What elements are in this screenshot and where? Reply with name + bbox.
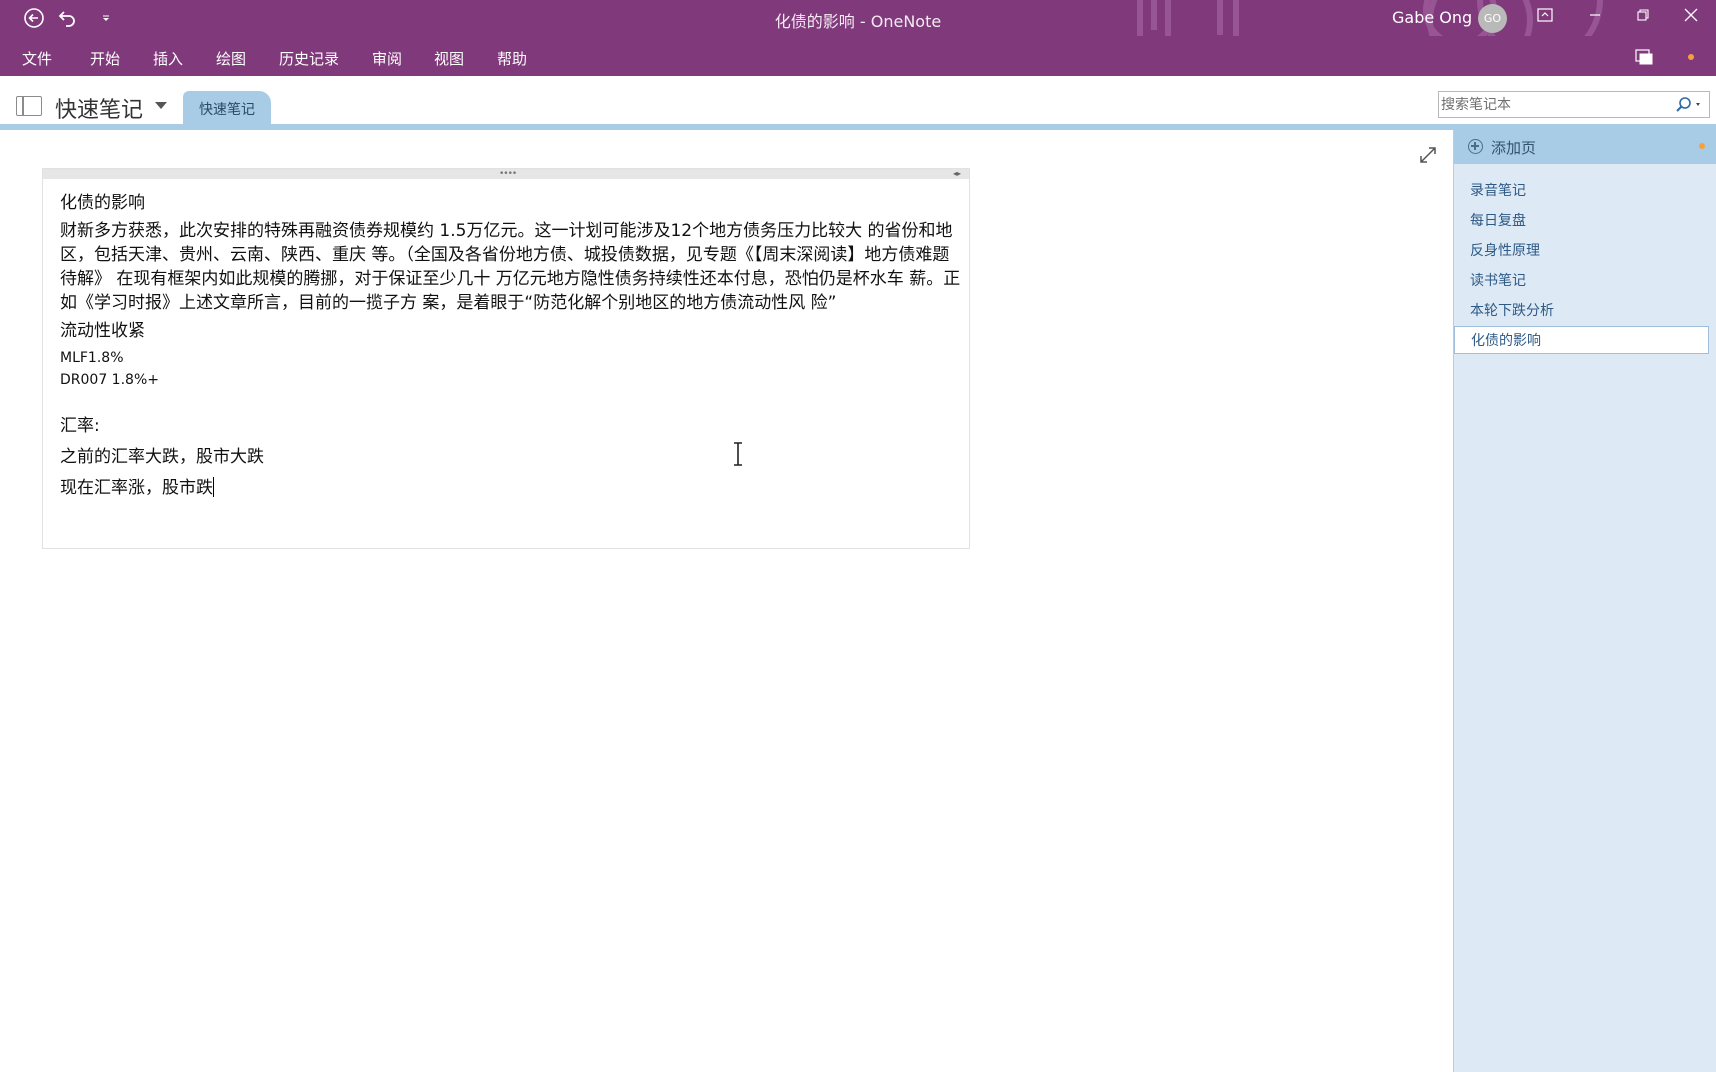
status-dot	[1699, 143, 1705, 149]
restore-icon	[1637, 9, 1649, 21]
tab-help[interactable]: 帮助	[497, 48, 527, 69]
avatar[interactable]: GO	[1478, 4, 1507, 33]
tab-insert[interactable]: 插入	[153, 48, 183, 69]
page-item[interactable]: 每日复盘	[1454, 206, 1709, 234]
undo-icon	[58, 11, 75, 27]
qat-dropdown-icon	[103, 15, 109, 21]
note-spacer	[60, 391, 962, 411]
ribbon-display-icon	[1537, 8, 1553, 22]
note-line-before[interactable]: 之前的汇率大跌，股市大跌	[60, 442, 962, 473]
tab-review[interactable]: 审阅	[372, 48, 402, 69]
close-icon	[1684, 8, 1698, 22]
pages-pane: 添加页 录音笔记 每日复盘 反身性原理 读书笔记 本轮下跌分析 化债的影响	[1453, 130, 1716, 1072]
search-box[interactable]	[1438, 91, 1710, 118]
ibeam-cursor-icon	[734, 442, 742, 466]
ribbon-display-button[interactable]	[1522, 0, 1568, 30]
page-item[interactable]: 本轮下跌分析	[1454, 296, 1709, 324]
minimize-icon	[1590, 14, 1600, 16]
note-body[interactable]: 化债的影响 财新多方获悉，此次安排的特殊再融资债券规模约 1.5万亿元。这一计划…	[60, 191, 962, 504]
user-name[interactable]: Gabe Ong	[1392, 8, 1472, 27]
text-caret	[213, 477, 214, 497]
share-icon	[1635, 49, 1653, 65]
search-input[interactable]	[1441, 94, 1665, 115]
note-paragraph[interactable]: 财新多方获悉，此次安排的特殊再融资债券规模约 1.5万亿元。这一计划可能涉及12…	[60, 219, 962, 315]
note-drag-handle[interactable]: •••• ◂▸	[43, 169, 969, 179]
notification-dot	[1688, 54, 1694, 60]
notebook-name[interactable]: 快速笔记	[55, 92, 143, 124]
back-button[interactable]	[20, 4, 48, 32]
tab-home[interactable]: 开始	[90, 48, 120, 69]
tab-file[interactable]: 文件	[22, 48, 52, 69]
note-container[interactable]: •••• ◂▸ 化债的影响 财新多方获悉，此次安排的特殊再融资债券规模约 1.5…	[42, 168, 970, 549]
note-line-now[interactable]: 现在汇率涨，股市跌	[60, 478, 213, 498]
note-line-mlf[interactable]: MLF1.8%	[60, 347, 962, 369]
page-item[interactable]: 读书笔记	[1454, 266, 1709, 294]
tab-draw[interactable]: 绘图	[216, 48, 246, 69]
chevron-down-icon[interactable]	[155, 102, 167, 109]
back-icon	[24, 8, 44, 28]
undo-button[interactable]	[54, 4, 82, 32]
add-page-icon	[1468, 139, 1483, 154]
note-line-dr007[interactable]: DR007 1.8%+	[60, 369, 962, 391]
minimize-button[interactable]	[1572, 0, 1618, 30]
note-line-now-wrap[interactable]: 现在汇率涨，股市跌	[60, 473, 962, 504]
expand-icon[interactable]	[1418, 145, 1438, 165]
page-item[interactable]: 反身性原理	[1454, 236, 1709, 264]
add-page-button[interactable]: 添加页	[1454, 130, 1716, 164]
tab-view[interactable]: 视图	[434, 48, 464, 69]
notebook-icon[interactable]	[16, 96, 42, 116]
page-item-selected[interactable]: 化债的影响	[1454, 326, 1709, 354]
drag-dots-icon: ••••	[499, 169, 517, 179]
add-page-label: 添加页	[1491, 139, 1537, 157]
title-bar: 化债的影响 - OneNote Gabe Ong GO	[0, 0, 1716, 70]
close-button[interactable]	[1668, 0, 1714, 30]
tab-history[interactable]: 历史记录	[279, 48, 339, 69]
note-heading-liquidity[interactable]: 流动性收紧	[60, 319, 962, 343]
search-icon	[1676, 97, 1700, 112]
section-tab[interactable]: 快速笔记	[183, 91, 271, 126]
note-title[interactable]: 化债的影响	[60, 191, 962, 215]
share-button[interactable]	[1634, 48, 1654, 66]
ribbon: 文件 开始 插入 绘图 历史记录 审阅 视图 帮助	[0, 36, 1716, 76]
note-heading-fx[interactable]: 汇率:	[60, 411, 962, 442]
restore-button[interactable]	[1620, 0, 1666, 30]
resize-arrows-icon[interactable]: ◂▸	[953, 169, 961, 178]
quick-access-dropdown[interactable]	[96, 4, 116, 32]
search-button[interactable]	[1671, 96, 1707, 114]
page-item[interactable]: 录音笔记	[1454, 176, 1709, 204]
